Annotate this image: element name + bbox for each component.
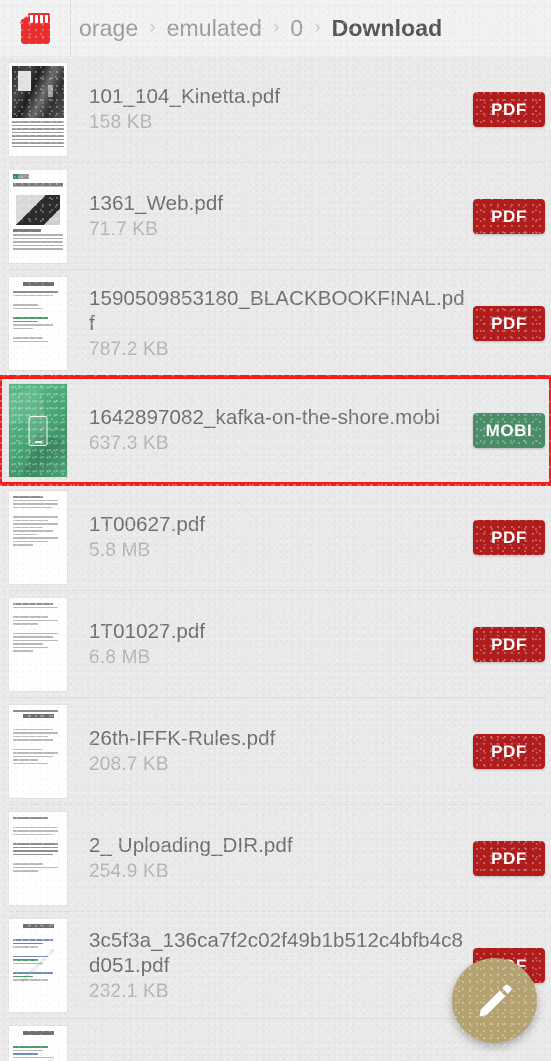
file-size: 787.2 KB [89,338,169,360]
breadcrumb-item-0[interactable]: 0 [284,0,309,56]
file-size: 254.9 KB [89,861,169,882]
file-thumbnail [9,598,67,691]
file-thumbnail: www.example.com [9,919,67,1012]
file-thumbnail [9,170,67,263]
file-thumbnail [9,277,67,370]
chevron-right-icon: › [149,17,156,38]
sd-card-icon [19,12,50,44]
list-item[interactable]: 1T00627.pdf 5.8 MB PDF [0,484,551,591]
list-item[interactable]: 26th-IFFK-Rules.pdf 208.7 KB PDF [0,698,551,805]
file-thumbnail: www.example.com [9,1026,67,1061]
file-meta: 3c5f3a_136ca7f2c02f49b1b512c4bfb4c8d051.… [67,928,473,1004]
file-size: 637.3 KB [89,433,169,454]
file-name: 101_104_Kinetta.pdf [89,85,281,108]
file-thumbnail [9,812,67,905]
file-name: 1642897082_kafka-on-the-shore.mobi [89,406,440,429]
file-type-badge[interactable]: PDF [473,627,545,662]
breadcrumb-item-storage[interactable]: orage [73,0,144,56]
file-meta: 101_104_Kinetta.pdf 158 KB [67,84,473,135]
file-type-badge[interactable]: PDF [473,92,545,127]
list-item[interactable]: 1361_Web.pdf 71.7 KB PDF [0,163,551,270]
file-meta: 1642897082_kafka-on-the-shore.mobi 637.3… [67,405,473,456]
file-name: 1590509853180_BLACKBOOKFINAL.pdf [89,286,465,335]
file-size: 71.7 KB [89,219,159,240]
chevron-right-icon: › [273,17,280,38]
breadcrumb-item-download[interactable]: Download [326,0,449,56]
file-type-badge[interactable]: PDF [473,520,545,555]
list-item[interactable]: 2_ Uploading_DIR.pdf 254.9 KB PDF [0,805,551,912]
chevron-right-icon: › [314,17,321,38]
breadcrumb-header: orage › emulated › 0 › Download [0,0,551,56]
file-meta: 1590509853180_BLACKBOOKFINAL.pdf 787.2 K… [67,286,473,362]
file-type-badge[interactable]: MOBI [473,413,545,448]
list-item[interactable]: 1T01027.pdf 6.8 MB PDF [0,591,551,698]
file-thumbnail [9,63,67,156]
storage-root-button[interactable] [0,0,71,56]
file-name: 2_ Uploading_DIR.pdf [89,834,293,857]
ereader-icon [28,415,48,446]
file-meta: 1T01027.pdf 6.8 MB [67,619,473,670]
file-type-badge[interactable]: PDF [473,734,545,769]
list-item[interactable]: 101_104_Kinetta.pdf 158 KB PDF [0,56,551,163]
file-manager-screen: orage › emulated › 0 › Download 101_104_… [0,0,551,1061]
breadcrumb-item-emulated[interactable]: emulated [161,0,268,56]
file-size: 208.7 KB [89,754,169,775]
file-meta: 26th-IFFK-Rules.pdf 208.7 KB [67,726,473,777]
breadcrumb: orage › emulated › 0 › Download [71,0,448,56]
list-item-selected[interactable]: 1642897082_kafka-on-the-shore.mobi 637.3… [0,375,551,486]
file-size: 6.8 MB [89,647,151,668]
file-thumbnail [9,705,67,798]
file-list[interactable]: 101_104_Kinetta.pdf 158 KB PDF 1361_Web.… [0,56,551,1061]
file-name: 1361_Web.pdf [89,192,224,215]
file-name: 26th-IFFK-Rules.pdf [89,727,276,750]
file-name: 1T00627.pdf [89,513,206,536]
file-meta: 1T00627.pdf 5.8 MB [67,512,473,563]
file-size: 232.1 KB [89,980,169,1002]
file-thumbnail [9,491,67,584]
file-type-badge[interactable]: PDF [473,199,545,234]
pencil-icon [475,981,515,1021]
file-type-badge[interactable]: PDF [473,306,545,341]
file-size: 158 KB [89,112,153,133]
file-meta: 1361_Web.pdf 71.7 KB [67,191,473,242]
file-thumbnail [9,384,67,477]
list-item[interactable]: 1590509853180_BLACKBOOKFINAL.pdf 787.2 K… [0,270,551,377]
file-name: 1T01027.pdf [89,620,206,643]
edit-fab-button[interactable] [452,958,537,1043]
file-size: 5.8 MB [89,540,151,561]
file-type-badge[interactable]: PDF [473,841,545,876]
file-name: 3c5f3a_136ca7f2c02f49b1b512c4bfb4c8d051.… [89,928,463,977]
file-meta: 2_ Uploading_DIR.pdf 254.9 KB [67,833,473,884]
